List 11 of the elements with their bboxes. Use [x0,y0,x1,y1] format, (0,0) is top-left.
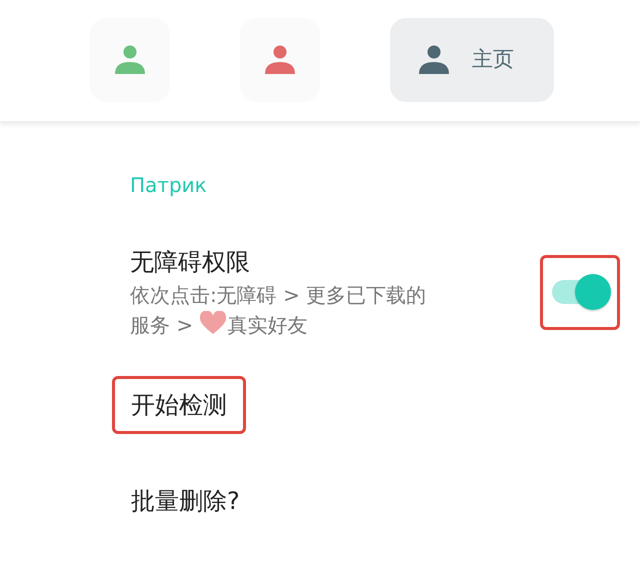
action-item[interactable]: 开始检测 [112,376,246,434]
setting-description: 依次点击:无障碍 > 更多已下载的 [130,283,426,307]
heart-icon [199,311,228,335]
setting-title: 无障碍权限 [130,247,251,278]
tab[interactable] [90,18,170,102]
setting-description: 服务 > [130,313,194,337]
section-title: Патрик [130,172,208,199]
action-item[interactable]: 批量删除? [112,472,259,530]
setting-description: 真实好友 [227,313,308,337]
tab[interactable]: 主页 [390,18,554,102]
tab[interactable] [240,18,320,102]
